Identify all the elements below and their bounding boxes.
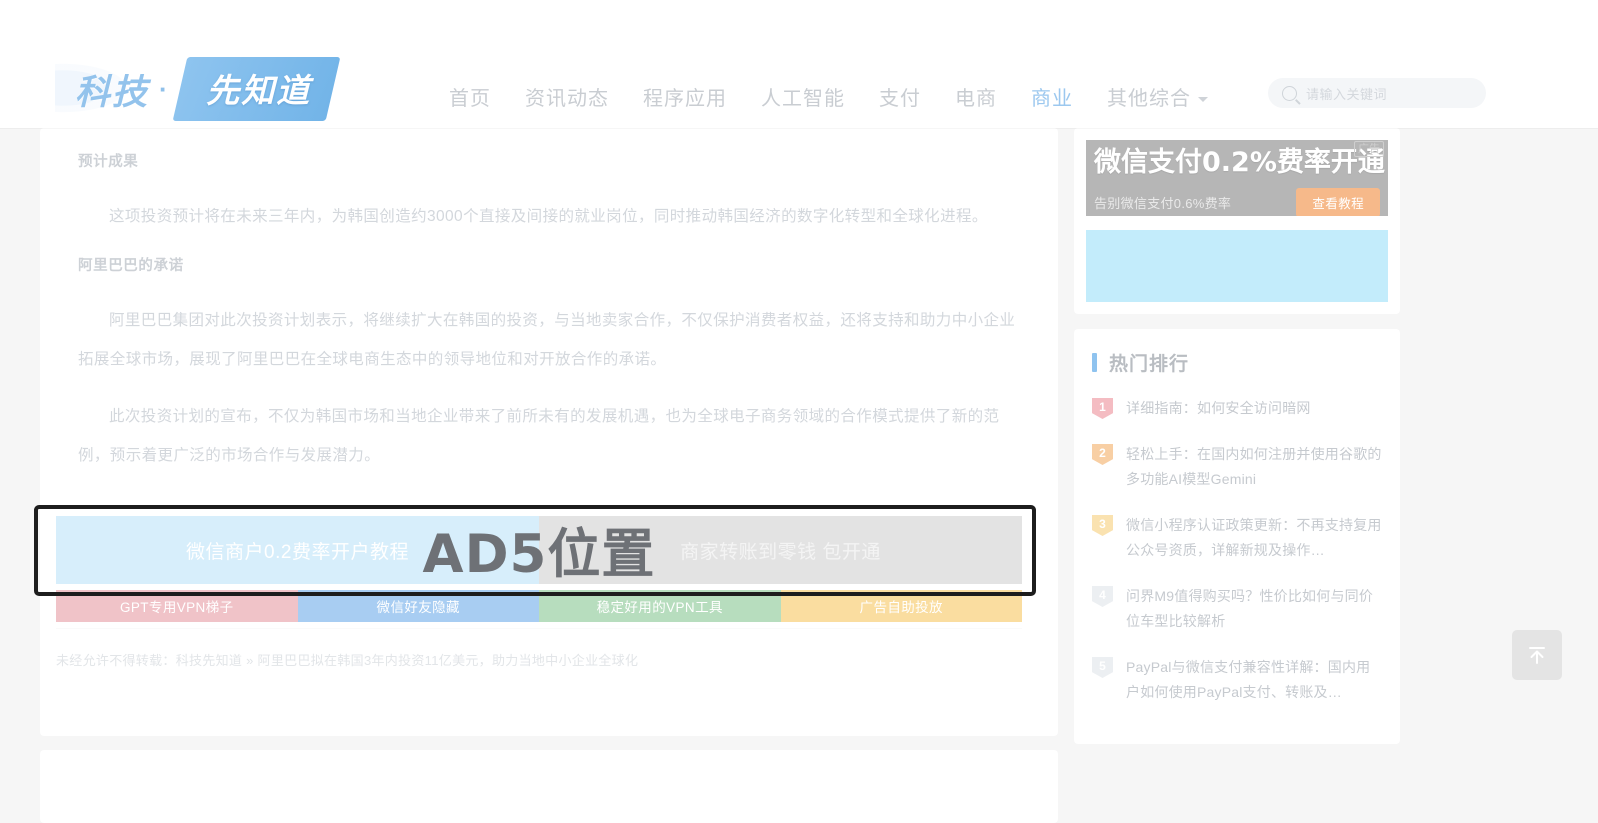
ad-banner-wechat-rate[interactable]: 微信商户0.2费率开户教程: [56, 516, 539, 584]
rank-badge-5: 5: [1092, 657, 1113, 678]
rank-item-title-2: 轻松上手：在国内如何注册并使用谷歌的多功能AI模型Gemini: [1126, 446, 1382, 487]
content-wrapper: 预计成果 这项投资预计将在未来三年内，为韩国创造约3000个直接及间接的就业岗位…: [34, 128, 1512, 823]
list-item[interactable]: 4 问界M9值得购买吗？性价比如何与同价位车型比较解析: [1092, 584, 1382, 634]
logo-badge-text: 先知道: [205, 71, 311, 110]
rank-item-title-3: 微信小程序认证政策更新：不再支持复用公众号资质，详解新规及操作…: [1126, 517, 1382, 558]
sidebar-ad-flag-label: 广告: [1354, 141, 1384, 157]
nav-item-ai[interactable]: 人工智能: [744, 78, 862, 115]
page-root: 科技 · 先知道 首页 资讯动态 程序应用 人工智能 支付 电商 商业 其他综合…: [0, 0, 1598, 823]
tag-button-stable-vpn[interactable]: 稳定好用的VPN工具: [539, 590, 781, 622]
search-input[interactable]: 请输入关键词: [1268, 78, 1486, 108]
list-item[interactable]: 2 轻松上手：在国内如何注册并使用谷歌的多功能AI模型Gemini: [1092, 442, 1382, 492]
article-paragraph-2: 阿里巴巴集团对此次投资计划表示，将继续扩大在韩国的投资，与当地卖家合作，不仅保护…: [78, 312, 1016, 368]
nav-item-business[interactable]: 商业: [1014, 78, 1090, 115]
nav-item-payment[interactable]: 支付: [862, 78, 938, 115]
article-section-title-2: 阿里巴巴的承诺: [78, 258, 184, 274]
logo-badge: 先知道: [172, 57, 341, 121]
sidebar-ad-subtitle: 告别微信支付0.6%费率: [1094, 195, 1232, 211]
sidebar-ad-placeholder-block[interactable]: [1086, 230, 1388, 302]
rank-item-title-1: 详细指南：如何安全访问暗网: [1126, 400, 1311, 416]
sidebar-ad-banner[interactable]: 广告 微信支付0.2%费率开通 告别微信支付0.6%费率 查看教程: [1086, 140, 1388, 216]
arrow-up-to-line-icon: [1529, 647, 1545, 664]
nav-item-other[interactable]: 其他综合: [1090, 78, 1225, 115]
nav-item-ecommerce[interactable]: 电商: [938, 78, 1014, 115]
rank-badge-4: 4: [1092, 586, 1113, 607]
search-placeholder: 请输入关键词: [1306, 86, 1388, 102]
rank-item-title-5: PayPal与微信支付兼容性详解：国内用户如何使用PayPal支付、转账及…: [1126, 659, 1371, 700]
article-card: 预计成果 这项投资预计将在未来三年内，为韩国创造约3000个直接及间接的就业岗位…: [34, 128, 1058, 823]
article-copyright-notice: 未经允许不得转载：科技先知道 » 阿里巴巴拟在韩国3年内投资11亿美元，助力当地…: [56, 653, 639, 668]
rank-badge-2: 2: [1092, 444, 1113, 465]
rank-badge-1: 1: [1092, 398, 1113, 419]
article-body: 预计成果 这项投资预计将在未来三年内，为韩国创造约3000个直接及间接的就业岗位…: [40, 128, 1058, 475]
left-gutter: [0, 128, 40, 823]
section-accent-bar: [1092, 353, 1097, 372]
article-section-title-1: 预计成果: [78, 154, 139, 170]
hot-ranking-title: 热门排行: [1109, 354, 1190, 375]
list-item[interactable]: 3 微信小程序认证政策更新：不再支持复用公众号资质，详解新规及操作…: [1092, 513, 1382, 563]
ad-banner-merchant-transfer[interactable]: 商家转账到零钱 包开通: [539, 516, 1022, 584]
tag-button-wechat-hide-friends[interactable]: 微信好友隐藏: [297, 590, 539, 622]
hot-ranking-card: 热门排行 1 详细指南：如何安全访问暗网 2 轻松上手：在国内如何注册并使用谷歌…: [1074, 329, 1400, 744]
tag-button-gpt-vpn[interactable]: GPT专用VPN梯子: [56, 590, 298, 622]
article-paragraph-1: 这项投资预计将在未来三年内，为韩国创造约3000个直接及间接的就业岗位，同时推动…: [109, 208, 988, 225]
ad5-banner-row: 微信商户0.2费率开户教程 商家转账到零钱 包开通: [56, 516, 1022, 584]
list-item[interactable]: 5 PayPal与微信支付兼容性详解：国内用户如何使用PayPal支付、转账及…: [1092, 655, 1382, 705]
sidebar-ad-title: 微信支付0.2%费率开通: [1094, 146, 1385, 178]
logo-primary-text: 科技: [75, 72, 150, 113]
sidebar-ad-cta-button[interactable]: 查看教程: [1296, 187, 1380, 216]
tag-button-self-serve-ads[interactable]: 广告自助投放: [780, 590, 1022, 622]
sidebar: 广告 微信支付0.2%费率开通 告别微信支付0.6%费率 查看教程 热门排行 1…: [1074, 128, 1400, 823]
hot-ranking-header: 热门排行: [1092, 349, 1382, 376]
chevron-down-icon: [1198, 97, 1208, 103]
nav-item-apps[interactable]: 程序应用: [626, 78, 744, 115]
nav-item-home[interactable]: 首页: [432, 78, 508, 115]
sidebar-ad-subtitle-row: 告别微信支付0.6%费率 查看教程: [1086, 187, 1388, 216]
logo-separator-dot: ·: [159, 73, 168, 104]
nav-item-other-label: 其他综合: [1107, 88, 1191, 110]
site-header: 科技 · 先知道 首页 资讯动态 程序应用 人工智能 支付 电商 商业 其他综合…: [0, 0, 1598, 128]
back-to-top-button[interactable]: [1512, 630, 1562, 680]
article-divider: [56, 628, 1022, 629]
article-paragraph-3: 此次投资计划的宣布，不仅为韩国市场和当地企业带来了前所未有的发展机遇，也为全球电…: [78, 408, 1000, 464]
ad-tag-row: GPT专用VPN梯子 微信好友隐藏 稳定好用的VPN工具 广告自助投放: [56, 590, 1022, 622]
rank-badge-3: 3: [1092, 515, 1113, 536]
list-item[interactable]: 1 详细指南：如何安全访问暗网: [1092, 396, 1382, 421]
sidebar-ad-card: 广告 微信支付0.2%费率开通 告别微信支付0.6%费率 查看教程: [1074, 128, 1400, 314]
rank-item-title-4: 问界M9值得购买吗？性价比如何与同价位车型比较解析: [1126, 588, 1374, 629]
site-logo[interactable]: 科技 · 先知道: [55, 54, 385, 124]
nav-item-news[interactable]: 资讯动态: [508, 78, 626, 115]
search-icon: [1282, 85, 1297, 101]
main-navigation: 首页 资讯动态 程序应用 人工智能 支付 电商 商业 其他综合: [432, 78, 1225, 115]
next-article-card[interactable]: [40, 750, 1058, 823]
